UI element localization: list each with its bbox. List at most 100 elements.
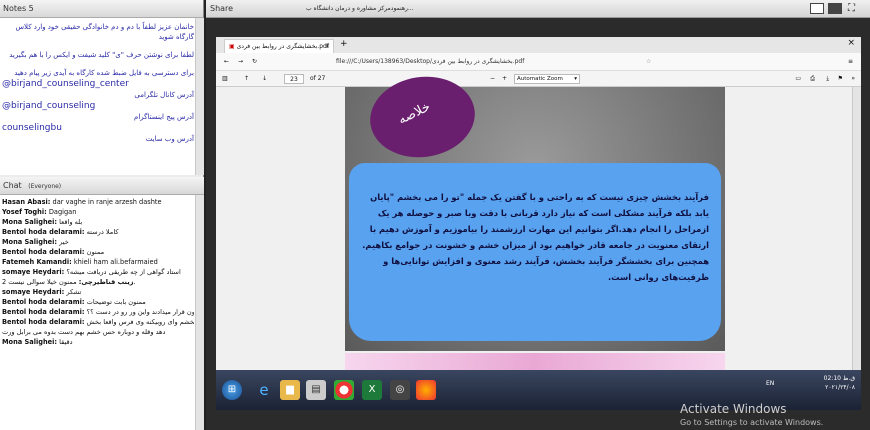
- notes-handle1[interactable]: @birjand_counseling_center: [2, 78, 194, 90]
- chat-text: کاملا درسته: [86, 228, 119, 236]
- layout-icon[interactable]: [810, 3, 824, 14]
- chat-message: Bentol hoda delarami: ذکر ذبای روئی ممنو…: [0, 307, 194, 317]
- clock-time: 02:10 ق.ظ: [823, 375, 855, 382]
- chat-pod: Hasan Abasi: dar vaghe in ranje arzesh d…: [0, 195, 204, 430]
- language-indicator[interactable]: EN: [766, 380, 774, 387]
- fullscreen-icon[interactable]: ⛶: [848, 3, 862, 14]
- address-text: file:///C:/Users/138963/Desktop/بخشایشگر…: [336, 58, 525, 65]
- activate-windows-title: Activate Windows: [680, 402, 787, 416]
- chat-sender: Bentol hoda delarami:: [2, 308, 85, 316]
- zoom-select[interactable]: Automatic Zoom ▾: [514, 74, 580, 84]
- chat-message: Bentol hoda delarami: ممنون بابت توضیحات: [0, 297, 194, 307]
- chat-text: دهد وقله و دوباره حس خشم بهم دست بدوه می…: [2, 328, 166, 336]
- zoom-value: Automatic Zoom: [517, 76, 563, 82]
- print-icon[interactable]: ⎙: [810, 71, 815, 87]
- chat-sender: Hasan Abasi:: [2, 198, 51, 206]
- pdf-toolbar: ▥ ↑ ↓ 23 of 27 − + Automatic Zoom ▾ ▭ ⎙ ⤓…: [216, 71, 861, 87]
- excel-icon[interactable]: X: [362, 380, 382, 400]
- app-icon[interactable]: ▤: [306, 380, 326, 400]
- fit-icon[interactable]: [828, 3, 842, 14]
- browser-navbar: ← → ↻ file:///C:/Users/138963/Desktop/بخ…: [216, 53, 861, 71]
- close-icon[interactable]: ×: [325, 40, 330, 53]
- save-icon[interactable]: ⤓: [826, 71, 829, 87]
- notes-site-label: آدرس وب سایت: [145, 135, 194, 143]
- ie-icon[interactable]: e: [254, 380, 274, 400]
- notes-scrollbar[interactable]: [195, 18, 204, 175]
- chat-text: ممنون: [86, 248, 105, 256]
- forward-icon[interactable]: →: [238, 53, 243, 71]
- chat-text: ذکر ذبای روئی ممنون قرار میدادند واین ور…: [86, 308, 194, 316]
- summary-box: فرآیند بخشش چیزی نیست که به راحتی و با گ…: [349, 163, 721, 341]
- clock-date: ۲۰۲۱/۲۴/۰۸: [825, 384, 855, 391]
- window-close-icon[interactable]: ×: [847, 38, 855, 48]
- chat-sender: Mona Salighei:: [2, 338, 58, 346]
- chat-sender: Bentol hoda delarami:: [2, 318, 85, 326]
- chat-message: somaye Heydari: استاد گواهی از چه طریقی …: [0, 267, 194, 277]
- chat-header: Chat (Everyone): [0, 177, 204, 195]
- chat-message: Mona Salighei: خیر: [0, 237, 194, 247]
- shared-screen: ▣ بخشایشگری در روابط بین فردی.pdf × + × …: [216, 37, 861, 410]
- chat-text: Dagigan: [48, 208, 77, 216]
- zoom-out-icon[interactable]: −: [490, 71, 495, 87]
- chat-sender: Mona Salighei:: [2, 218, 58, 226]
- menu-icon[interactable]: ≡: [848, 53, 853, 71]
- chat-sender: Yosef Toghi:: [2, 208, 47, 216]
- chat-text: dar vaghe in ranje arzesh dashte: [52, 198, 162, 206]
- back-icon[interactable]: ←: [224, 53, 229, 71]
- new-tab-icon[interactable]: +: [340, 39, 348, 49]
- chat-sender: Bentol hoda delarami:: [2, 298, 85, 306]
- notes-pod: خانمان عزیز لطفاً با دم و دم خانوادگی حق…: [0, 18, 204, 175]
- chat-scrollbar[interactable]: [195, 195, 204, 430]
- tray-clock[interactable]: 02:10 ق.ظ ۲۰۲۱/۲۴/۰۸: [824, 374, 855, 392]
- browser-tabbar: ▣ بخشایشگری در روابط بین فردی.pdf × + ×: [216, 37, 861, 53]
- browser-tab[interactable]: ▣ بخشایشگری در روابط بین فردی.pdf ×: [224, 39, 334, 53]
- slide-body: فرآیند بخشش چیزی نیست که به راحتی و با گ…: [362, 192, 709, 282]
- notes-text: خانمان عزیز لطفاً با دم و دم خانوادگی حق…: [2, 22, 194, 144]
- notes-site[interactable]: counselingbu: [2, 122, 194, 134]
- chat-message: Bentol hoda delarami: کاملا درسته: [0, 227, 194, 237]
- reload-icon[interactable]: ↻: [252, 53, 257, 71]
- pdf-scrollbar[interactable]: [852, 87, 861, 370]
- address-bar[interactable]: file:///C:/Users/138963/Desktop/بخشایشگر…: [336, 56, 736, 68]
- chat-text: ر دارائ ویبخشم وای روبیکنه وی فرس واقعا …: [86, 318, 194, 326]
- bookmark-icon[interactable]: ⚑: [838, 71, 843, 87]
- sidebar-toggle-icon[interactable]: ▥: [222, 71, 228, 87]
- chat-message: زینب قناطیرچی: ممنون خیلا سوالی نیست 2.: [0, 277, 194, 287]
- chat-text: دقیقا: [59, 338, 73, 346]
- notes-header: Notes 5: [0, 0, 203, 18]
- chat-sender: somaye Heydari:: [2, 288, 65, 296]
- chat-sender: Mona Salighei:: [2, 238, 58, 246]
- browser-tab-title: بخشایشگری در روابط بین فردی.pdf: [236, 43, 329, 50]
- chat-text: خیر: [59, 238, 69, 246]
- notes-handle2[interactable]: @birjand_counseling: [2, 100, 194, 112]
- page-number-input[interactable]: 23: [284, 74, 304, 84]
- share-pod: Share رهنمودمرکز مشاوره و درمان دانشگاه …: [206, 0, 870, 430]
- notes-title: Notes 5: [3, 4, 34, 13]
- page-up-icon[interactable]: ↑: [244, 71, 249, 87]
- page-current: 23: [290, 76, 298, 83]
- notes-line1: خانمان عزیز لطفاً با دم و دم خانوادگی حق…: [15, 23, 194, 41]
- chat-text: استاد گواهی از چه طریقی دریافت میشه؟: [66, 268, 181, 276]
- activate-windows-sub: Go to Settings to activate Windows.: [680, 418, 824, 427]
- chat-sender: زینب قناطیرچی:: [78, 278, 134, 286]
- bookmark-star-icon[interactable]: ☆: [646, 53, 651, 71]
- zoom-in-icon[interactable]: +: [502, 71, 507, 87]
- chat-text: بله واقعا: [59, 218, 83, 226]
- firefox-icon[interactable]: [416, 380, 436, 400]
- tools-icon[interactable]: »: [851, 71, 855, 87]
- chat-message: Yosef Toghi: Dagigan: [0, 207, 194, 217]
- chat-text: ممنون بابت توضیحات: [86, 298, 146, 306]
- slide-heading: خلاصه: [395, 99, 433, 128]
- start-icon[interactable]: ⊞: [222, 380, 242, 400]
- present-icon[interactable]: ▭: [795, 71, 801, 87]
- chat-scope: (Everyone): [28, 183, 62, 190]
- pdf-viewer[interactable]: خلاصه فرآیند بخشش چیزی نیست که به راحتی …: [216, 70, 861, 383]
- notes-handle2-label: آدرس پیج اینستاگرام: [134, 113, 194, 121]
- notes-handle1-label: آدرس کانال تلگرامی: [134, 91, 194, 99]
- chrome-icon[interactable]: [334, 380, 354, 400]
- explorer-icon[interactable]: ▆: [280, 380, 300, 400]
- notes-line3: برای دسترسی به فایل ضبط شده کارگاه به آی…: [14, 69, 194, 77]
- share-title: رهنمودمرکز مشاوره و درمان دانشگاه ب...: [306, 5, 414, 12]
- media-icon[interactable]: ◎: [390, 380, 410, 400]
- page-down-icon[interactable]: ↓: [262, 71, 267, 87]
